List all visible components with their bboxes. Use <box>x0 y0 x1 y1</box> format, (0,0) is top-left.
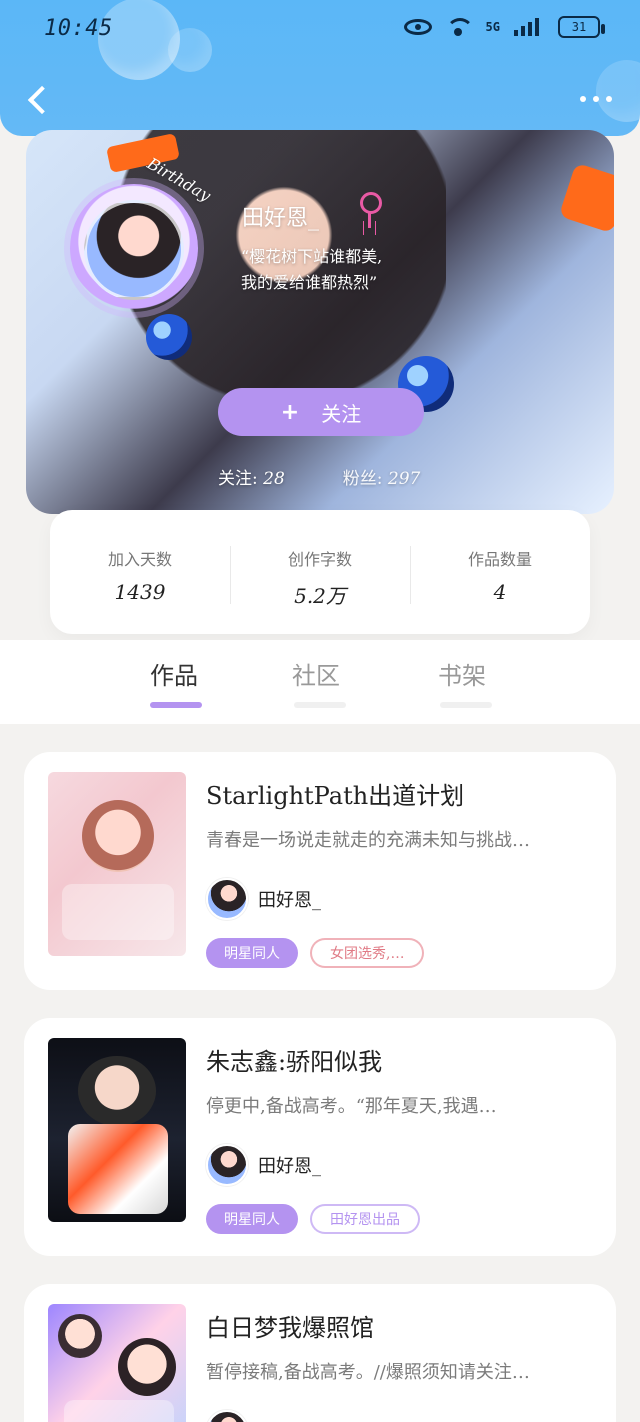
tag-chip[interactable]: 明星同人 <box>206 1204 298 1234</box>
work-tags: 明星同人 女团选秀,… <box>206 938 425 968</box>
more-dots-icon[interactable] <box>580 96 612 102</box>
profile-name: 田好恩_ <box>242 206 320 231</box>
stat-works-count: 作品数量 4 <box>410 546 590 604</box>
decor-bead <box>146 314 192 360</box>
status-icons: 5G 31 <box>403 16 605 38</box>
work-title[interactable]: StarlightPath出道计划 <box>206 776 464 811</box>
tab-underline-active <box>150 702 202 708</box>
stat-value: 1439 <box>114 580 166 604</box>
author-avatar <box>206 1410 248 1422</box>
work-author[interactable] <box>206 1410 248 1422</box>
female-gender-icon <box>354 192 382 232</box>
fans-count: 297 <box>387 469 421 489</box>
tab-community[interactable]: 社区 <box>292 656 340 691</box>
tab-works[interactable]: 作品 <box>150 656 198 691</box>
stat-value: 5.2万 <box>294 584 346 608</box>
top-header: 10:45 5G 31 <box>0 0 640 136</box>
work-card[interactable]: StarlightPath出道计划 青春是一场说走就走的充满未知与挑战… 田好恩… <box>24 752 616 990</box>
follow-label: 关注 <box>321 401 362 426</box>
author-name: 田好恩_ <box>258 890 321 911</box>
following-count: 28 <box>263 469 285 489</box>
work-title[interactable]: 白日梦我爆照馆 <box>206 1308 374 1343</box>
work-description: 青春是一场说走就走的充满未知与挑战… <box>206 830 530 851</box>
work-card[interactable]: 朱志鑫:骄阳似我 停更中,备战高考。“那年夏天,我遇… 田好恩_ 明星同人 田好… <box>24 1018 616 1256</box>
author-name: 田好恩_ <box>258 1156 321 1177</box>
author-avatar <box>206 1144 248 1186</box>
work-author[interactable]: 田好恩_ <box>206 878 321 920</box>
tag-chip[interactable]: 田好恩出品 <box>310 1204 420 1234</box>
author-avatar <box>206 878 248 920</box>
fans-label: 粉丝: <box>342 469 383 489</box>
profile-avatar[interactable] <box>84 200 184 300</box>
work-description: 暂停接稿,备战高考。//爆照须知请关注… <box>206 1362 530 1383</box>
decor-orange <box>558 162 614 234</box>
work-cover[interactable] <box>48 772 186 956</box>
signal-icon <box>514 18 544 36</box>
plus-icon: + <box>280 399 300 425</box>
status-bar: 10:45 5G 31 <box>0 0 640 60</box>
follow-button[interactable]: + 关注 <box>218 388 424 436</box>
stat-word-count: 创作字数 5.2万 <box>230 546 410 609</box>
work-author[interactable]: 田好恩_ <box>206 1144 321 1186</box>
battery-icon: 31 <box>558 16 605 38</box>
stat-value: 4 <box>493 580 507 604</box>
quote-line-2: 我的爱给谁都热烈” <box>241 273 378 292</box>
stat-label: 创作字数 <box>287 550 352 569</box>
work-description: 停更中,备战高考。“那年夏天,我遇… <box>206 1096 497 1117</box>
quote-line-1: “樱花树下站谁都美, <box>241 247 383 266</box>
profile-quote: “樱花树下站谁都美, 我的爱给谁都热烈” <box>241 244 451 296</box>
tab-bookshelf[interactable]: 书架 <box>438 656 486 691</box>
follow-stats: 关注: 28 粉丝: 297 <box>218 464 420 489</box>
tag-chip[interactable]: 女团选秀,… <box>310 938 425 968</box>
network-label: 5G <box>485 20 500 34</box>
work-tags: 明星同人 田好恩出品 <box>206 1204 420 1234</box>
tag-chip[interactable]: 明星同人 <box>206 938 298 968</box>
stat-join-days: 加入天数 1439 <box>50 546 230 604</box>
profile-hero: Birthday 田好恩_ “樱花树下站谁都美, 我的爱给谁都热烈” + 关注 … <box>26 130 614 514</box>
profile-stats-card: 加入天数 1439 创作字数 5.2万 作品数量 4 <box>50 510 590 634</box>
work-title[interactable]: 朱志鑫:骄阳似我 <box>206 1042 382 1077</box>
work-cover[interactable] <box>48 1304 186 1422</box>
stat-label: 作品数量 <box>467 550 532 569</box>
battery-level: 31 <box>571 20 587 34</box>
wifi-icon <box>445 18 474 36</box>
work-cover[interactable] <box>48 1038 186 1222</box>
back-arrow-icon[interactable] <box>22 86 50 114</box>
stat-label: 加入天数 <box>107 550 172 569</box>
tab-underline-inactive <box>294 702 346 708</box>
tab-underline-inactive <box>440 702 492 708</box>
fans-stat[interactable]: 粉丝: 297 <box>343 464 421 489</box>
eye-icon <box>403 19 432 35</box>
decor-bubble <box>596 60 640 122</box>
work-card[interactable]: 白日梦我爆照馆 暂停接稿,备战高考。//爆照须知请关注… <box>24 1284 616 1422</box>
following-stat[interactable]: 关注: 28 <box>218 464 285 489</box>
following-label: 关注: <box>218 469 258 489</box>
status-time: 10:45 <box>44 16 113 41</box>
tab-bar: 作品 社区 书架 <box>0 640 640 724</box>
